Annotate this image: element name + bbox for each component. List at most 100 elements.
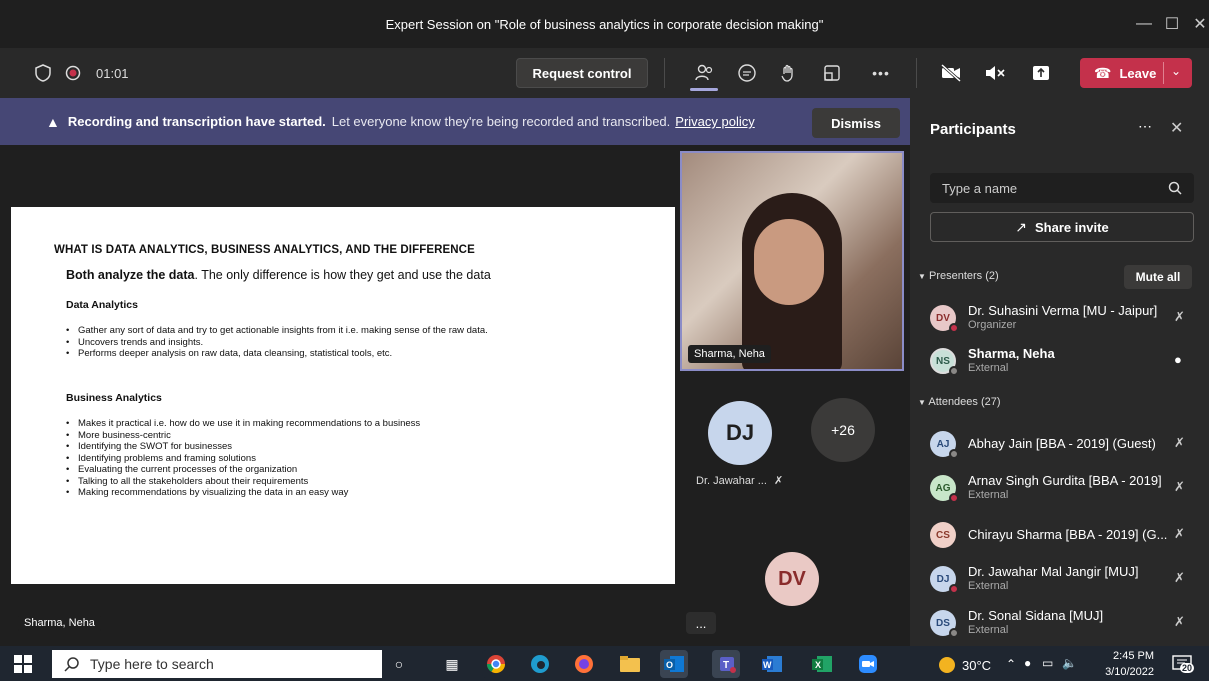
taskbar-search-input[interactable]: Type here to search xyxy=(52,650,382,678)
chevron-down-icon: ▼ xyxy=(918,398,926,407)
privacy-policy-link[interactable]: Privacy policy xyxy=(675,114,754,129)
participant-role: External xyxy=(968,362,1009,374)
slide-bullet: Identifying the SWOT for businesses xyxy=(66,441,626,453)
status-badge xyxy=(949,449,959,459)
more-participants-button[interactable]: +26 xyxy=(811,398,875,462)
participant-role: External xyxy=(968,624,1009,636)
mic-tray-icon[interactable]: ● xyxy=(1024,656,1031,670)
svg-text:W: W xyxy=(763,660,772,670)
status-badge xyxy=(949,323,959,333)
chevron-up-icon[interactable]: ⌃ xyxy=(1006,657,1016,671)
dismiss-button[interactable]: Dismiss xyxy=(812,108,900,138)
presenter-name-chip: Sharma, Neha xyxy=(18,614,101,632)
participant-row[interactable]: AG Arnav Singh Gurdita [BBA - 2019] Exte… xyxy=(930,471,1200,505)
word-icon[interactable]: W xyxy=(758,650,786,678)
status-badge xyxy=(949,628,959,638)
react-icon[interactable] xyxy=(772,56,806,90)
shared-slide: WHAT IS DATA ANALYTICS, BUSINESS ANALYTI… xyxy=(11,207,675,584)
status-badge xyxy=(949,493,959,503)
edge-icon[interactable] xyxy=(526,650,554,678)
toolbar-divider xyxy=(664,58,665,88)
excel-icon[interactable]: X xyxy=(808,650,836,678)
panel-more-icon[interactable]: ⋯ xyxy=(1138,118,1152,135)
request-control-button[interactable]: Request control xyxy=(516,58,648,88)
section-heading: Business Analytics xyxy=(66,392,162,404)
participant-name: Dr. Jawahar Mal Jangir [MUJ] xyxy=(968,564,1139,579)
svg-text:O: O xyxy=(666,660,673,670)
slide-bullet: Making recommendations by visualizing th… xyxy=(66,487,626,499)
attendees-group-header[interactable]: ▼ Attendees (27) xyxy=(918,396,1001,408)
video-name-label: Dr. Jawahar ... ✗ xyxy=(696,475,784,487)
meeting-timer: 01:01 xyxy=(96,66,129,81)
share-icon: ↗ xyxy=(1015,218,1028,235)
participant-row[interactable]: DJ Dr. Jawahar Mal Jangir [MUJ] External… xyxy=(930,562,1200,596)
svg-text:T: T xyxy=(723,660,729,671)
leave-button[interactable]: ☎ Leave ⌄ xyxy=(1080,58,1192,88)
search-icon xyxy=(64,657,79,672)
chevron-down-icon[interactable]: ⌄ xyxy=(1171,64,1181,78)
avatar-dj[interactable]: DJ xyxy=(708,401,772,465)
status-badge xyxy=(949,584,959,594)
section-heading: Data Analytics xyxy=(66,299,138,311)
panel-title: Participants xyxy=(930,121,1016,138)
rooms-icon[interactable] xyxy=(815,56,849,90)
windows-start-icon[interactable] xyxy=(14,655,32,678)
title-bar: Expert Session on "Role of business anal… xyxy=(0,0,1209,48)
participant-name: Abhay Jain [BBA - 2019] (Guest) xyxy=(968,436,1156,451)
recording-icon xyxy=(56,56,90,90)
participant-name: Arnav Singh Gurdita [BBA - 2019] xyxy=(968,473,1162,488)
temperature[interactable]: 30°C xyxy=(962,658,991,673)
notifications-icon[interactable]: 20 xyxy=(1170,652,1195,676)
volume-icon[interactable]: 🔈 xyxy=(1062,656,1077,670)
task-view-icon[interactable]: ▦ xyxy=(438,650,466,678)
video-name-label: Sharma, Neha xyxy=(688,345,771,363)
participant-role: Organizer xyxy=(968,319,1017,331)
weather-icon[interactable] xyxy=(938,656,956,677)
slide-subtitle: Both analyze the data. The only differen… xyxy=(66,268,491,282)
participant-search-input[interactable]: Type a name xyxy=(930,173,1194,203)
participant-row[interactable]: NS Sharma, Neha External ● xyxy=(930,344,1200,378)
participant-row[interactable]: AJ Abhay Jain [BBA - 2019] (Guest) ✗ xyxy=(930,427,1200,461)
mute-all-button[interactable]: Mute all xyxy=(1124,265,1192,289)
participant-row[interactable]: CS Chirayu Sharma [BBA - 2019] (G... ✗ xyxy=(930,518,1200,552)
presenters-group-header[interactable]: ▼ Presenters (2) xyxy=(918,270,999,282)
mic-muted-icon: ✗ xyxy=(1174,309,1185,324)
slide-bullet: Identifying problems and framing solutio… xyxy=(66,453,626,465)
chevron-down-icon: ▼ xyxy=(918,272,926,281)
clock-time[interactable]: 2:45 PM xyxy=(1110,650,1154,662)
battery-icon[interactable]: ▭ xyxy=(1042,656,1053,670)
zoom-icon[interactable] xyxy=(854,650,882,678)
participant-name: Dr. Suhasini Verma [MU - Jaipur] xyxy=(968,303,1158,318)
cortana-icon[interactable]: ○ xyxy=(385,650,413,678)
avatar-dv[interactable]: DV xyxy=(765,552,819,606)
firefox-icon[interactable] xyxy=(570,650,598,678)
teams-icon[interactable]: T xyxy=(712,650,740,678)
chat-icon[interactable] xyxy=(730,56,764,90)
mic-muted-icon[interactable] xyxy=(978,56,1012,90)
participant-row[interactable]: DS Dr. Sonal Sidana [MUJ] External ✗ xyxy=(930,606,1200,640)
mic-muted-icon: ✗ xyxy=(1174,435,1185,450)
video-tile-sharma-neha[interactable]: Sharma, Neha xyxy=(680,151,904,371)
slide-bullet: Performs deeper analysis on raw data, da… xyxy=(66,348,566,360)
participant-name: Chirayu Sharma [BBA - 2019] (G... xyxy=(968,527,1168,542)
status-badge xyxy=(949,366,959,376)
file-explorer-icon[interactable] xyxy=(616,650,644,678)
video-more-options-button[interactable]: ... xyxy=(686,612,716,634)
slide-title: WHAT IS DATA ANALYTICS, BUSINESS ANALYTI… xyxy=(54,244,475,256)
participant-row[interactable]: DV Dr. Suhasini Verma [MU - Jaipur] Orga… xyxy=(930,301,1200,335)
slide-bullet: Makes it practical i.e. how do we use it… xyxy=(66,418,626,430)
mic-muted-icon: ✗ xyxy=(1174,614,1185,629)
participants-icon[interactable] xyxy=(687,56,721,90)
camera-off-icon[interactable] xyxy=(934,56,968,90)
share-invite-button[interactable]: ↗ Share invite xyxy=(930,212,1194,242)
share-content-icon[interactable] xyxy=(1024,56,1058,90)
close-window-icon[interactable]: ✕ xyxy=(1178,0,1209,48)
participant-role: External xyxy=(968,580,1009,592)
warning-icon: ▲ xyxy=(46,113,60,130)
active-tab-indicator xyxy=(690,88,718,91)
chrome-icon[interactable] xyxy=(482,650,510,678)
close-panel-icon[interactable]: ✕ xyxy=(1170,118,1183,138)
more-actions-icon[interactable]: ••• xyxy=(864,56,898,90)
outlook-icon[interactable]: O xyxy=(660,650,688,678)
clock-date[interactable]: 3/10/2022 xyxy=(1098,666,1154,678)
